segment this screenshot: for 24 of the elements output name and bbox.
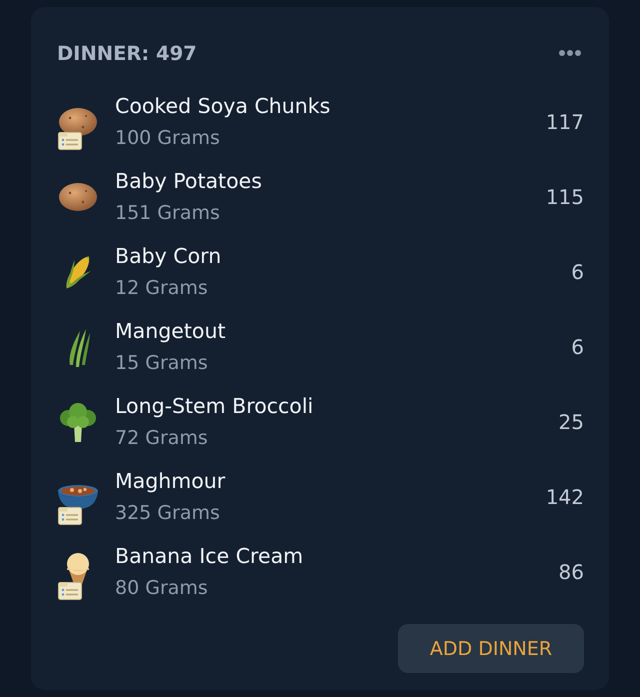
food-amount: 72 Grams [115, 426, 209, 451]
food-amount: 80 Grams [115, 576, 209, 601]
calorie-count: 6 [571, 260, 584, 284]
food-name: Cooked Soya Chunks [115, 93, 332, 120]
calorie-count: 142 [546, 485, 584, 509]
food-name: Baby Corn [115, 243, 222, 270]
food-amount: 15 Grams [115, 351, 209, 376]
calorie-count: 6 [571, 335, 584, 359]
food-amount: 151 Grams [115, 201, 221, 226]
calorie-count: 115 [546, 185, 584, 209]
more-options-icon[interactable] [559, 50, 581, 56]
calorie-count: 25 [558, 410, 584, 434]
calorie-count: 86 [558, 560, 584, 584]
food-amount: 325 Grams [115, 501, 221, 526]
meal-title: DINNER: 497 [57, 42, 197, 64]
food-amount: 100 Grams [115, 126, 221, 151]
food-name: Mangetout [115, 318, 226, 345]
food-name: Baby Potatoes [115, 168, 263, 195]
food-name: Banana Ice Cream [115, 543, 304, 570]
food-name: Maghmour [115, 468, 226, 495]
add-dinner-button[interactable]: ADD DINNER [398, 624, 584, 673]
food-name: Long-Stem Broccoli [115, 393, 314, 420]
food-amount: 12 Grams [115, 276, 209, 301]
calorie-count: 117 [546, 110, 584, 134]
